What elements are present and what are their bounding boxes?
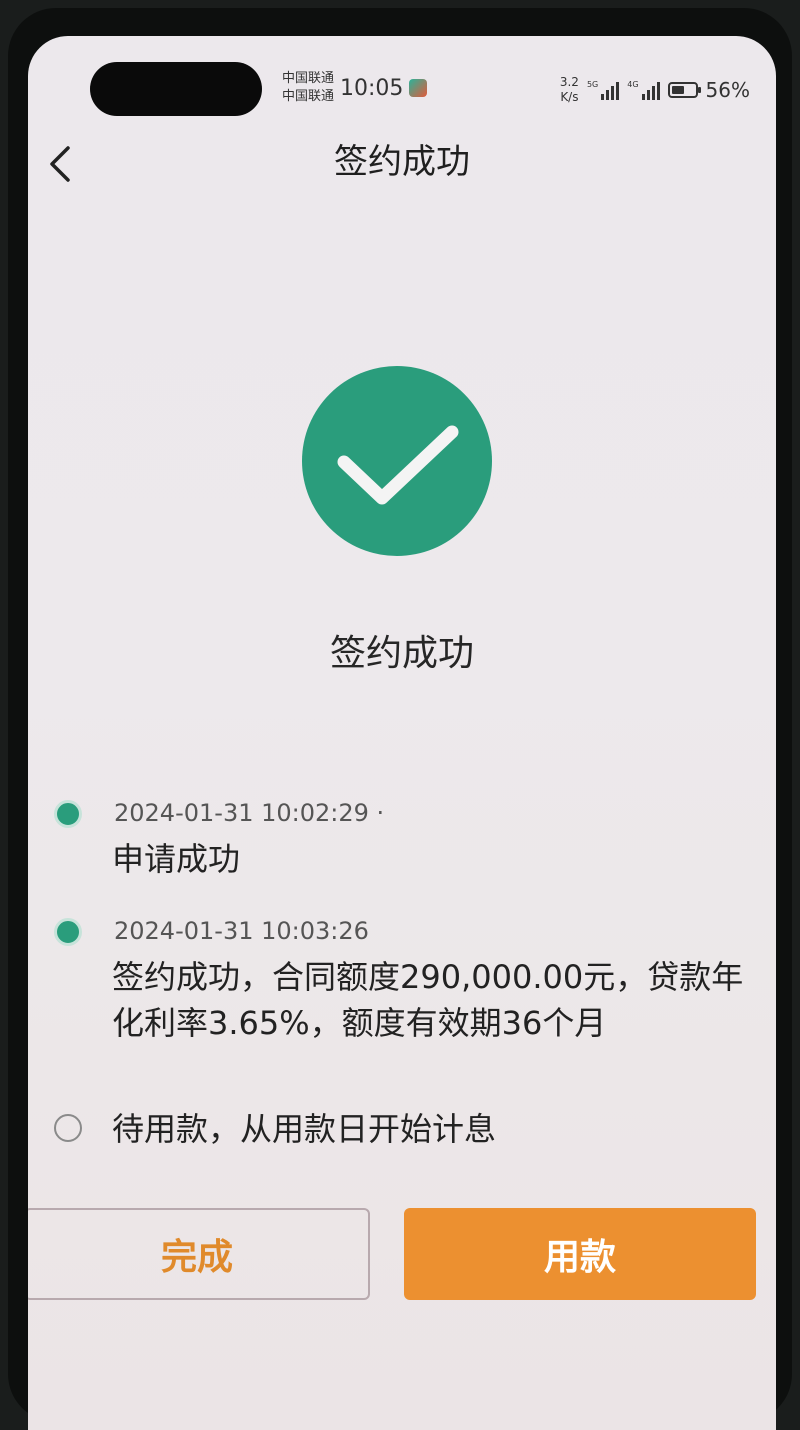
sim2-network-label: 4G [627,80,639,89]
use-funds-button[interactable]: 用款 [404,1208,756,1300]
step-time: 2024-01-31 10:02:29 · [114,799,385,827]
page-title: 签约成功 [334,142,470,182]
screen: 中国联通 中国联通 10:05 3.2 K/s 5G 4G 56% 签约成功 签… [28,36,776,1430]
step-complete-dot [54,800,82,828]
network-speed-value: 3.2 [559,75,579,89]
phone-frame: 中国联通 中国联通 10:05 3.2 K/s 5G 4G 56% 签约成功 签… [8,8,792,1430]
step-pending-dot [54,1114,82,1142]
camera-cutout [90,62,262,116]
step-text: 签约成功，合同额度290,000.00元，贷款年化利率3.65%，额度有效期36… [112,958,744,1042]
step-time: 2024-01-31 10:03:26 [114,917,369,945]
status-time: 10:05 [340,75,404,101]
network-speed: 3.2 K/s [560,75,579,105]
carrier-names: 中国联通 中国联通 [282,70,334,106]
check-circle-icon [302,366,492,556]
status-bar-right: 3.2 K/s 5G 4G 56% [560,70,750,110]
step-complete-dot [54,918,82,946]
app-notification-icon [409,79,428,97]
step-text: 申请成功 [112,840,241,878]
signal-5g-icon: 5G [586,80,620,100]
done-button[interactable]: 完成 [28,1208,370,1300]
network-speed-unit: K/s [560,90,579,104]
status-bar-left: 中国联通 中国联通 10:05 [282,66,428,110]
carrier-2: 中国联通 [282,89,335,104]
battery-percent: 56% [705,78,750,102]
signal-4g-icon: 4G [627,80,660,100]
sim1-network-label: 5G [586,80,599,89]
battery-icon [667,82,701,98]
result-message: 签约成功 [329,633,474,674]
battery-fill [671,86,684,94]
carrier-1: 中国联通 [282,71,335,86]
step-text: 待用款，从用款日开始计息 [112,1110,497,1148]
